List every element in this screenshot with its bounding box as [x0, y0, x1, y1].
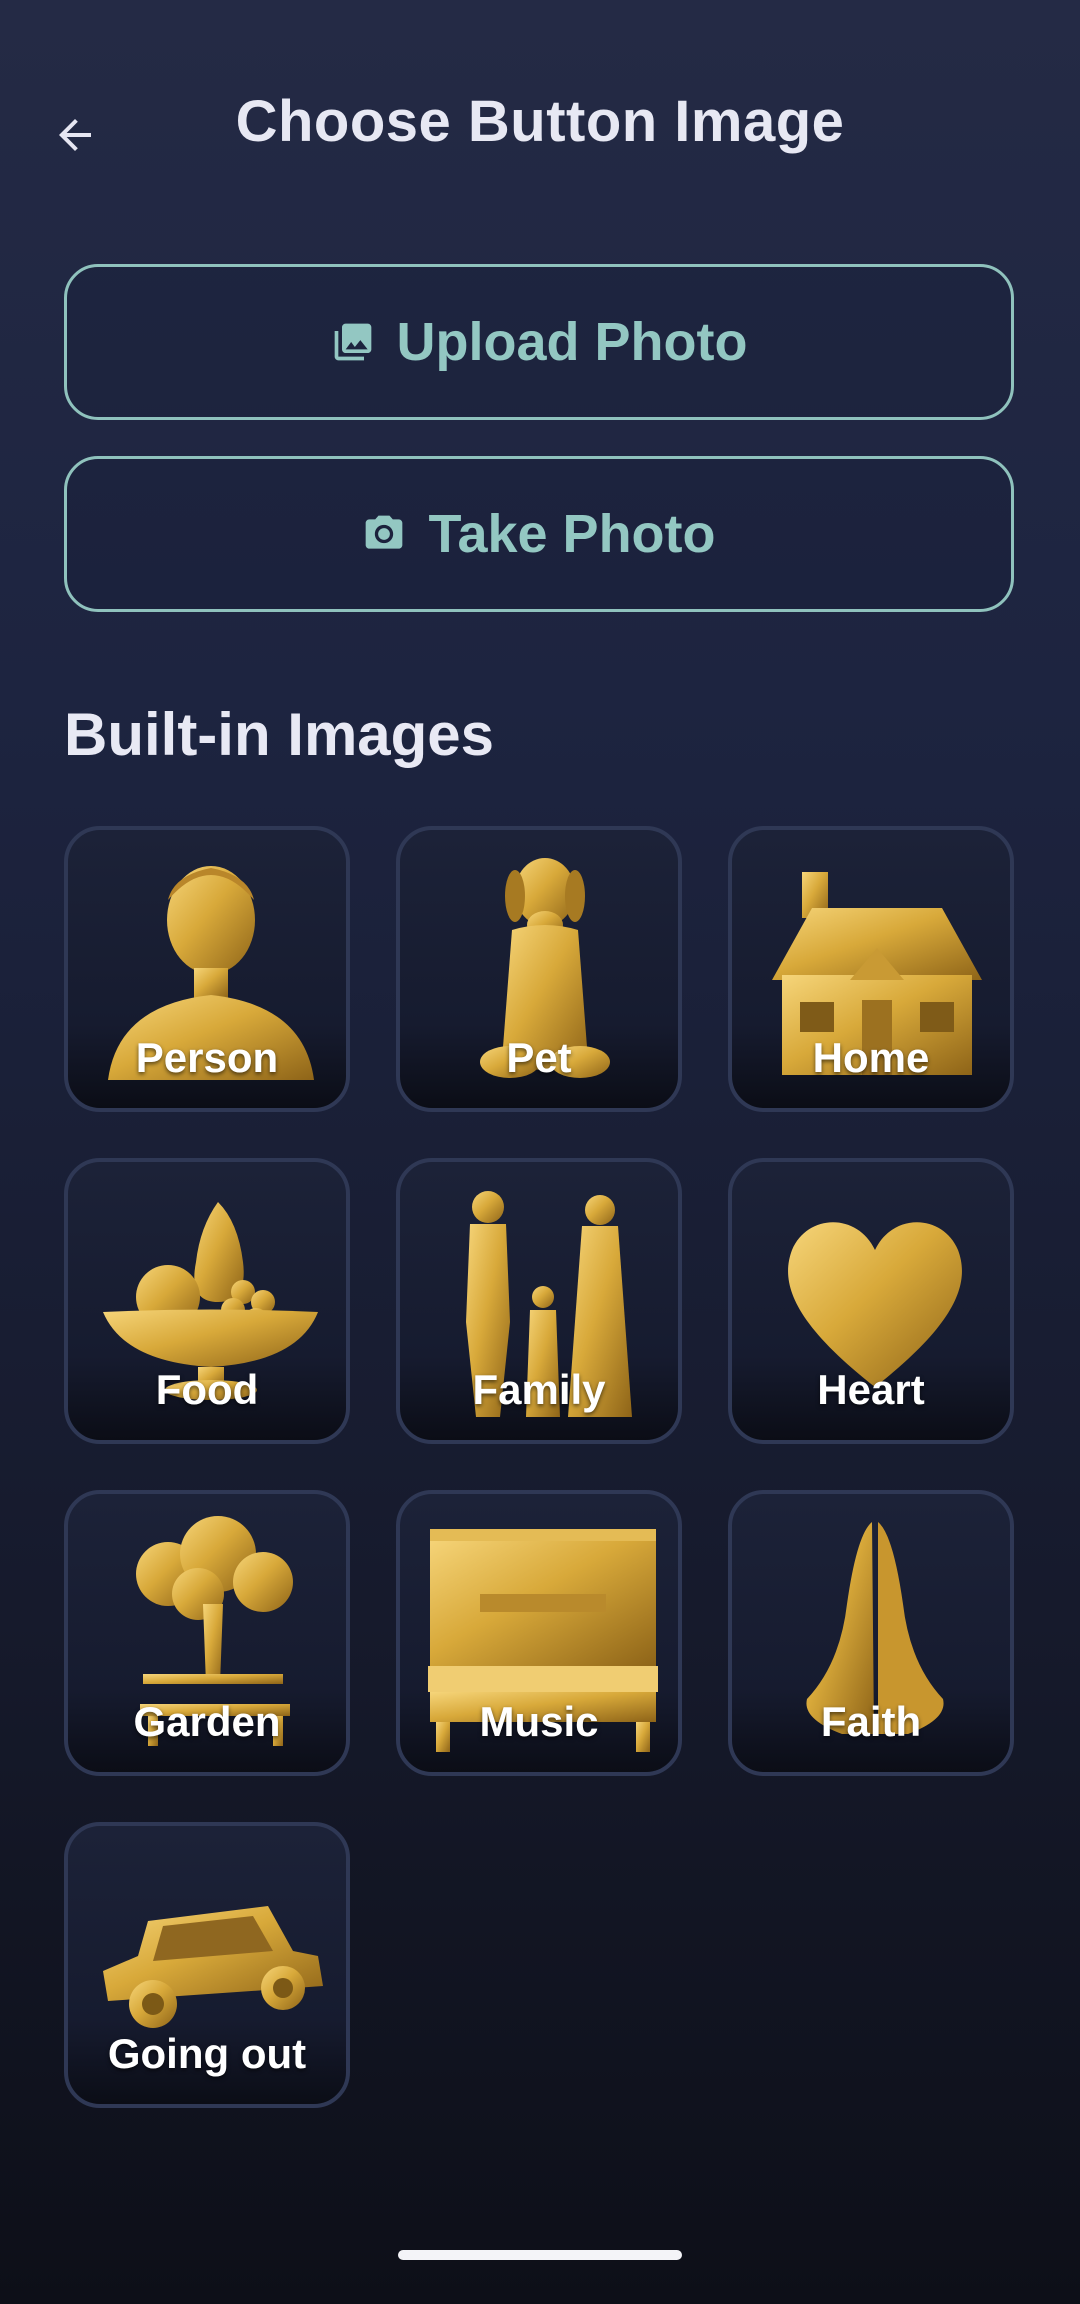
tile-label: Music — [479, 1698, 599, 1745]
camera-icon — [362, 512, 406, 556]
image-tile-person[interactable]: Person — [64, 826, 350, 1112]
image-tile-home[interactable]: Home — [728, 826, 1014, 1112]
image-tile-faith[interactable]: Faith — [728, 1490, 1014, 1776]
take-photo-button[interactable]: Take Photo — [64, 456, 1014, 612]
tile-label: Garden — [133, 1698, 281, 1745]
image-tile-pet[interactable]: Pet — [396, 826, 682, 1112]
tile-label: Family — [472, 1366, 606, 1413]
upload-photo-label: Upload Photo — [396, 312, 748, 372]
image-tile-going-out[interactable]: Going out — [64, 1822, 350, 2108]
section-title: Built-in Images — [64, 701, 495, 768]
tile-label: Faith — [820, 1698, 922, 1745]
image-tile-garden[interactable]: Garden — [64, 1490, 350, 1776]
image-tile-music[interactable]: Music — [396, 1490, 682, 1776]
app-header: Choose Button Image — [0, 60, 1080, 195]
tile-label: Person — [135, 1034, 279, 1081]
tile-label: Home — [812, 1034, 930, 1081]
page-title: Choose Button Image — [235, 89, 845, 154]
take-photo-label: Take Photo — [428, 504, 716, 564]
image-tile-food[interactable]: Food — [64, 1158, 350, 1444]
image-tile-family[interactable]: Family — [396, 1158, 682, 1444]
upload-photo-button[interactable]: Upload Photo — [64, 264, 1014, 420]
tile-label: Heart — [817, 1366, 925, 1413]
image-tile-heart[interactable]: Heart — [728, 1158, 1014, 1444]
tile-label: Food — [155, 1366, 259, 1413]
tile-label: Going out — [107, 2030, 307, 2077]
home-indicator[interactable] — [398, 2250, 682, 2260]
tile-label: Pet — [506, 1034, 572, 1081]
photo-library-icon — [331, 320, 375, 364]
